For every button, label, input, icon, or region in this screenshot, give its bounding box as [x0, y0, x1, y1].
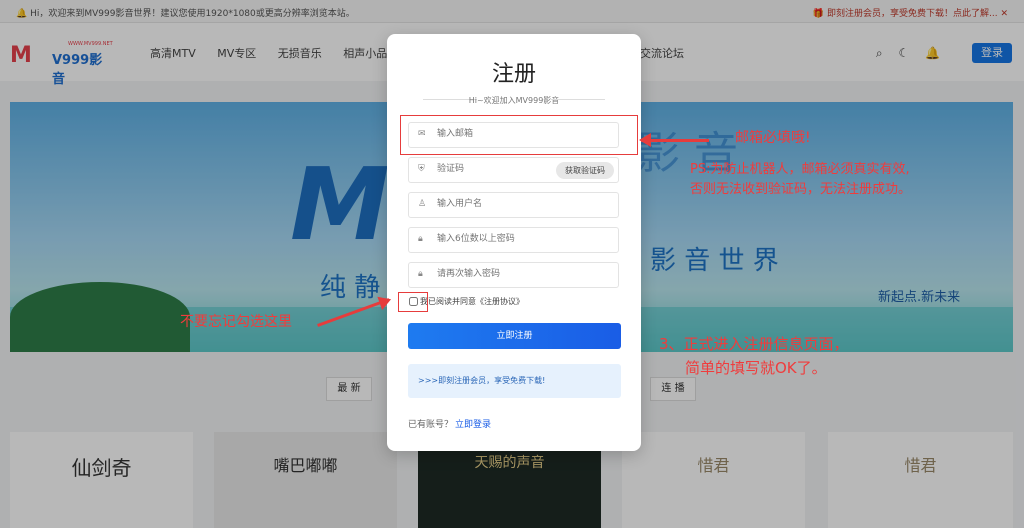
divider-right — [551, 99, 605, 100]
code-input[interactable] — [435, 163, 559, 175]
username-input[interactable] — [435, 198, 559, 210]
agreement-text: 我已阅读并同意《注册协议》 — [420, 297, 524, 306]
register-subtitle: Hi~欢迎加入MV999影音 — [468, 96, 560, 105]
code-field[interactable]: ⛨ 获取验证码 — [408, 157, 619, 183]
step-note-line-2: 简单的填写就OK了。 — [685, 359, 827, 377]
email-highlight-box — [400, 115, 638, 155]
register-title: 注册 — [491, 62, 536, 87]
login-prompt: 已有账号？ 立即登录 — [408, 417, 491, 430]
promo-banner[interactable]: >>>即刻注册会员，享受免费下载! — [408, 364, 621, 398]
password-confirm-input[interactable] — [435, 268, 559, 280]
email-required-note: 邮箱必填哦! — [735, 130, 811, 146]
email-arrow — [639, 133, 709, 147]
checkbox-highlight-box — [398, 292, 428, 312]
password-input[interactable] — [435, 233, 559, 245]
shield-icon: ⛨ — [418, 164, 425, 174]
lock-icon: 🔒︎ — [418, 269, 423, 279]
has-account-text: 已有账号？ — [408, 420, 454, 430]
lock-icon: 🔒︎ — [418, 234, 423, 244]
step-note-line-1: 3、正式进入注册信息页面， — [659, 335, 849, 353]
email-warning-line-2: 否则无法收到验证码，无法注册成功。 — [690, 182, 912, 197]
username-field[interactable]: ♙ — [408, 192, 619, 218]
password-confirm-field[interactable]: 🔒︎ — [408, 262, 619, 288]
register-modal: 注册 Hi~欢迎加入MV999影音 ✉ ⛨ 获取验证码 ♙ 🔒︎ 🔒︎ 我已阅读… — [387, 34, 641, 451]
password-field[interactable]: 🔒︎ — [408, 227, 619, 253]
register-button[interactable]: 立即注册 — [408, 323, 621, 349]
checkbox-reminder-note: 不要忘记勾选这里 — [180, 314, 292, 330]
login-link[interactable]: 立即登录 — [455, 420, 491, 430]
user-icon: ♙ — [418, 199, 427, 209]
get-code-button[interactable]: 获取验证码 — [556, 162, 614, 179]
email-warning-line-1: PS:为防止机器人，邮箱必须真实有效, — [690, 162, 910, 177]
